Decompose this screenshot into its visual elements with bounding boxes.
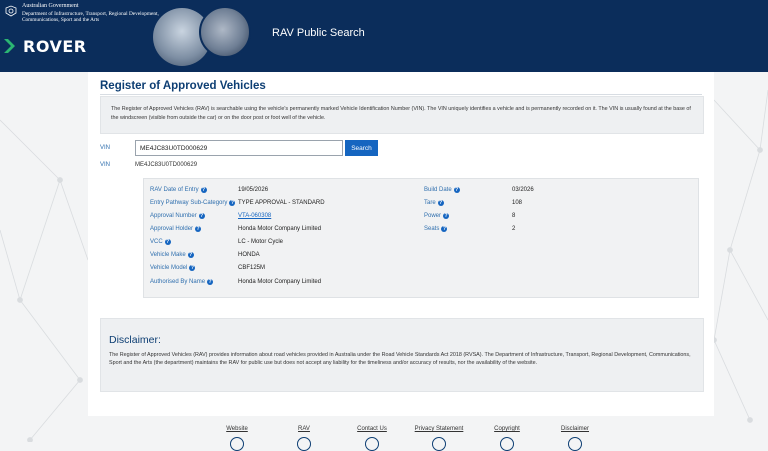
detail-label: RAV Date of Entry	[150, 187, 199, 193]
intro-box: The Register of Approved Vehicles (RAV) …	[100, 96, 704, 134]
footer-link-website[interactable]: Website	[226, 426, 248, 432]
detail-value: LC - Motor Cycle	[238, 239, 284, 245]
header-photo-person	[199, 6, 251, 58]
page-title: Register of Approved Vehicles	[100, 80, 266, 92]
detail-value: 03/2026	[512, 187, 534, 193]
detail-label: Approval Number	[150, 213, 197, 219]
detail-value: 2	[512, 226, 516, 232]
detail-label: Vehicle Make	[150, 252, 186, 258]
approval-number-link[interactable]: VTA-060308	[238, 213, 271, 219]
detail-value: 108	[512, 200, 523, 206]
help-icon[interactable]: ?	[207, 279, 214, 285]
footer-link-privacy[interactable]: Privacy Statement	[415, 426, 464, 432]
detail-label: Power	[424, 213, 442, 219]
detail-value: Honda Motor Company Limited	[238, 226, 322, 232]
rover-logo[interactable]: ROVER	[2, 36, 87, 56]
footer-link-disclaimer[interactable]: Disclaimer	[561, 426, 589, 432]
help-icon[interactable]: ?	[437, 200, 444, 206]
detail-value: Honda Motor Company Limited	[238, 279, 322, 285]
rover-chevron-icon	[4, 39, 15, 53]
rover-logo-text: ROVER	[23, 36, 87, 56]
footer-link-rav[interactable]: RAV	[298, 426, 310, 432]
help-icon[interactable]: ?	[229, 200, 236, 206]
help-icon[interactable]: ?	[189, 265, 196, 271]
detail-value: CBF125M	[238, 265, 266, 271]
help-icon[interactable]: ?	[453, 187, 460, 193]
vin-label: VIN	[100, 145, 111, 151]
detail-value: 19/05/2026	[238, 187, 269, 193]
detail-label: Approval Holder	[150, 226, 194, 232]
disclaimer-box: Disclaimer: The Register of Approved Veh…	[100, 318, 704, 392]
footer-icon-contact-us[interactable]	[365, 437, 379, 451]
intro-text: The Register of Approved Vehicles (RAV) …	[111, 106, 691, 121]
disclaimer-title: Disclaimer:	[109, 334, 161, 346]
gov-name: Australian Government	[22, 3, 79, 9]
help-icon[interactable]: ?	[200, 187, 207, 193]
footer-link-copyright[interactable]: Copyright	[494, 426, 520, 432]
help-icon[interactable]: ?	[443, 213, 450, 219]
title-divider	[100, 94, 702, 95]
footer-icon-privacy[interactable]	[432, 437, 446, 451]
detail-value: TYPE APPROVAL - STANDARD	[238, 200, 325, 206]
site-header: Australian Government Department of Infr…	[0, 0, 768, 72]
detail-label: Vehicle Model	[150, 265, 188, 271]
detail-label: Seats	[424, 226, 440, 232]
detail-label: Entry Pathway Sub-Category	[150, 200, 228, 206]
detail-value: HONDA	[238, 252, 260, 258]
detail-label: Authorised By Name	[150, 279, 206, 285]
footer-icon-disclaimer[interactable]	[568, 437, 582, 451]
footer-icon-copyright[interactable]	[500, 437, 514, 451]
help-icon[interactable]: ?	[441, 226, 448, 232]
result-vin-value: ME4JC83U0TD000629	[135, 162, 198, 168]
detail-label: Tare	[424, 200, 436, 206]
footer-icon-rav[interactable]	[297, 437, 311, 451]
help-icon[interactable]: ?	[198, 213, 205, 219]
help-icon[interactable]: ?	[164, 239, 171, 245]
footer-icon-website[interactable]	[230, 437, 244, 451]
detail-value: 8	[512, 213, 516, 219]
detail-label: VCC	[150, 239, 163, 245]
detail-label: Build Date	[424, 187, 452, 193]
footer-link-contact-us[interactable]: Contact Us	[357, 426, 387, 432]
vehicle-details-panel: RAV Date of Entry? 19/05/2026 Entry Path…	[143, 178, 699, 298]
help-icon[interactable]: ?	[187, 252, 194, 258]
footer: Website RAV Contact Us Privacy Statement…	[0, 420, 768, 451]
help-icon[interactable]: ?	[195, 226, 202, 232]
site-title: RAV Public Search	[272, 27, 365, 39]
vin-input[interactable]	[135, 140, 343, 156]
disclaimer-text: The Register of Approved Vehicles (RAV) …	[109, 352, 691, 367]
result-vin-label: VIN	[100, 162, 111, 168]
search-button[interactable]: Search	[345, 140, 378, 156]
crest-icon	[4, 4, 18, 18]
